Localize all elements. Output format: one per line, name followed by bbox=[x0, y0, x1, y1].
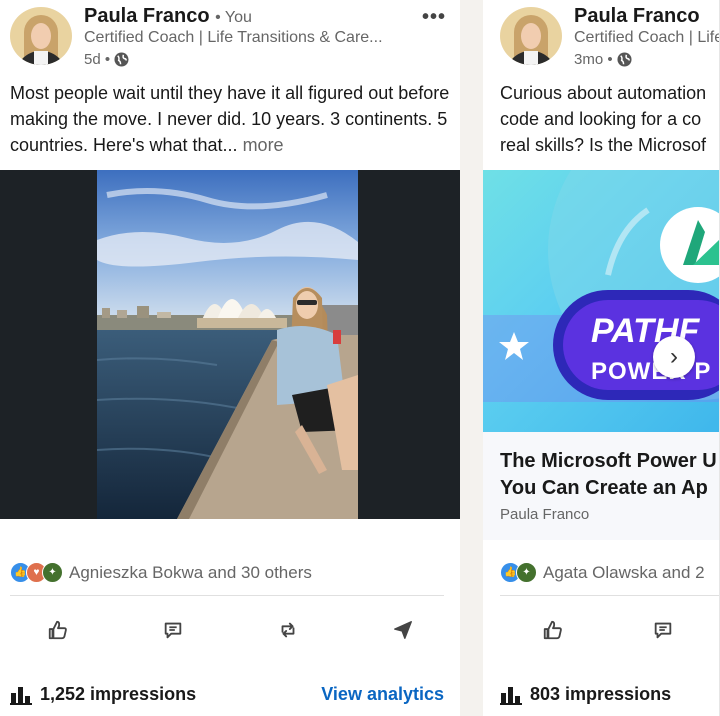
bar-chart-icon bbox=[10, 686, 32, 705]
reaction-icons: 👍 ✦ bbox=[500, 562, 537, 583]
globe-icon bbox=[114, 52, 129, 67]
comment-button[interactable] bbox=[115, 612, 230, 648]
author-name[interactable]: Paula Franco bbox=[574, 5, 700, 28]
bar-chart-icon bbox=[500, 686, 522, 705]
post-meta: 3mo • bbox=[574, 51, 632, 68]
comment-button[interactable] bbox=[623, 612, 703, 648]
article-author: Paula Franco bbox=[500, 506, 590, 523]
chevron-right-icon[interactable]: › bbox=[653, 336, 695, 378]
like-button[interactable] bbox=[483, 612, 623, 648]
reactions-text: Agnieszka Bokwa and 30 others bbox=[69, 562, 312, 582]
comment-icon bbox=[654, 622, 672, 639]
divider bbox=[500, 595, 719, 596]
impressions-count: 1,252 impressions bbox=[10, 684, 196, 705]
divider bbox=[10, 595, 444, 596]
article-title[interactable]: The Microsoft Power U You Can Create an … bbox=[500, 448, 719, 502]
author-name[interactable]: Paula Franco • You bbox=[84, 5, 252, 28]
post-image-container[interactable] bbox=[0, 170, 460, 519]
post-actions bbox=[0, 612, 460, 648]
post-text: Most people wait until they have it all … bbox=[10, 83, 450, 155]
card-gap bbox=[460, 0, 483, 716]
like-icon bbox=[543, 620, 562, 640]
author-headline: Certified Coach | Life Transitions & Car… bbox=[574, 29, 719, 46]
you-label: • You bbox=[215, 9, 252, 26]
post-photo bbox=[97, 170, 358, 519]
comment-icon bbox=[164, 622, 181, 639]
reactions-summary[interactable]: 👍 ♥ ✦ Agnieszka Bokwa and 30 others bbox=[10, 562, 312, 583]
article-banner-graphic bbox=[483, 170, 719, 402]
post-actions bbox=[483, 612, 719, 648]
like-icon bbox=[48, 620, 67, 640]
globe-icon bbox=[617, 52, 632, 67]
like-button[interactable] bbox=[0, 612, 115, 648]
author-headline: Certified Coach | Life Transitions & Car… bbox=[84, 29, 383, 46]
article-banner[interactable]: PATHF POWER P › bbox=[483, 170, 719, 432]
more-options-icon[interactable]: ••• bbox=[422, 6, 446, 29]
send-icon bbox=[393, 621, 412, 639]
repost-button[interactable] bbox=[230, 612, 345, 648]
post-text: Curious about automation code and lookin… bbox=[500, 83, 707, 155]
author-avatar[interactable] bbox=[10, 7, 72, 65]
post-card-2: Paula Franco Certified Coach | Life Tran… bbox=[483, 0, 720, 716]
author-avatar[interactable] bbox=[500, 7, 562, 65]
impressions-count: 803 impressions bbox=[500, 684, 671, 705]
support-reaction-icon: ✦ bbox=[42, 562, 63, 583]
post-time: 3mo • bbox=[574, 51, 613, 68]
reactions-text: Agata Olawska and 2 bbox=[543, 562, 705, 582]
repost-icon bbox=[281, 622, 294, 638]
support-reaction-icon: ✦ bbox=[516, 562, 537, 583]
reactions-summary[interactable]: 👍 ✦ Agata Olawska and 2 bbox=[500, 562, 705, 583]
post-card-1: Paula Franco • You Certified Coach | Lif… bbox=[0, 0, 461, 716]
see-more-link[interactable]: more bbox=[243, 135, 284, 155]
view-analytics-link[interactable]: View analytics bbox=[321, 684, 444, 705]
reaction-icons: 👍 ♥ ✦ bbox=[10, 562, 63, 583]
post-time: 5d • bbox=[84, 51, 111, 68]
post-meta: 5d • bbox=[84, 51, 129, 68]
send-button[interactable] bbox=[345, 612, 460, 648]
